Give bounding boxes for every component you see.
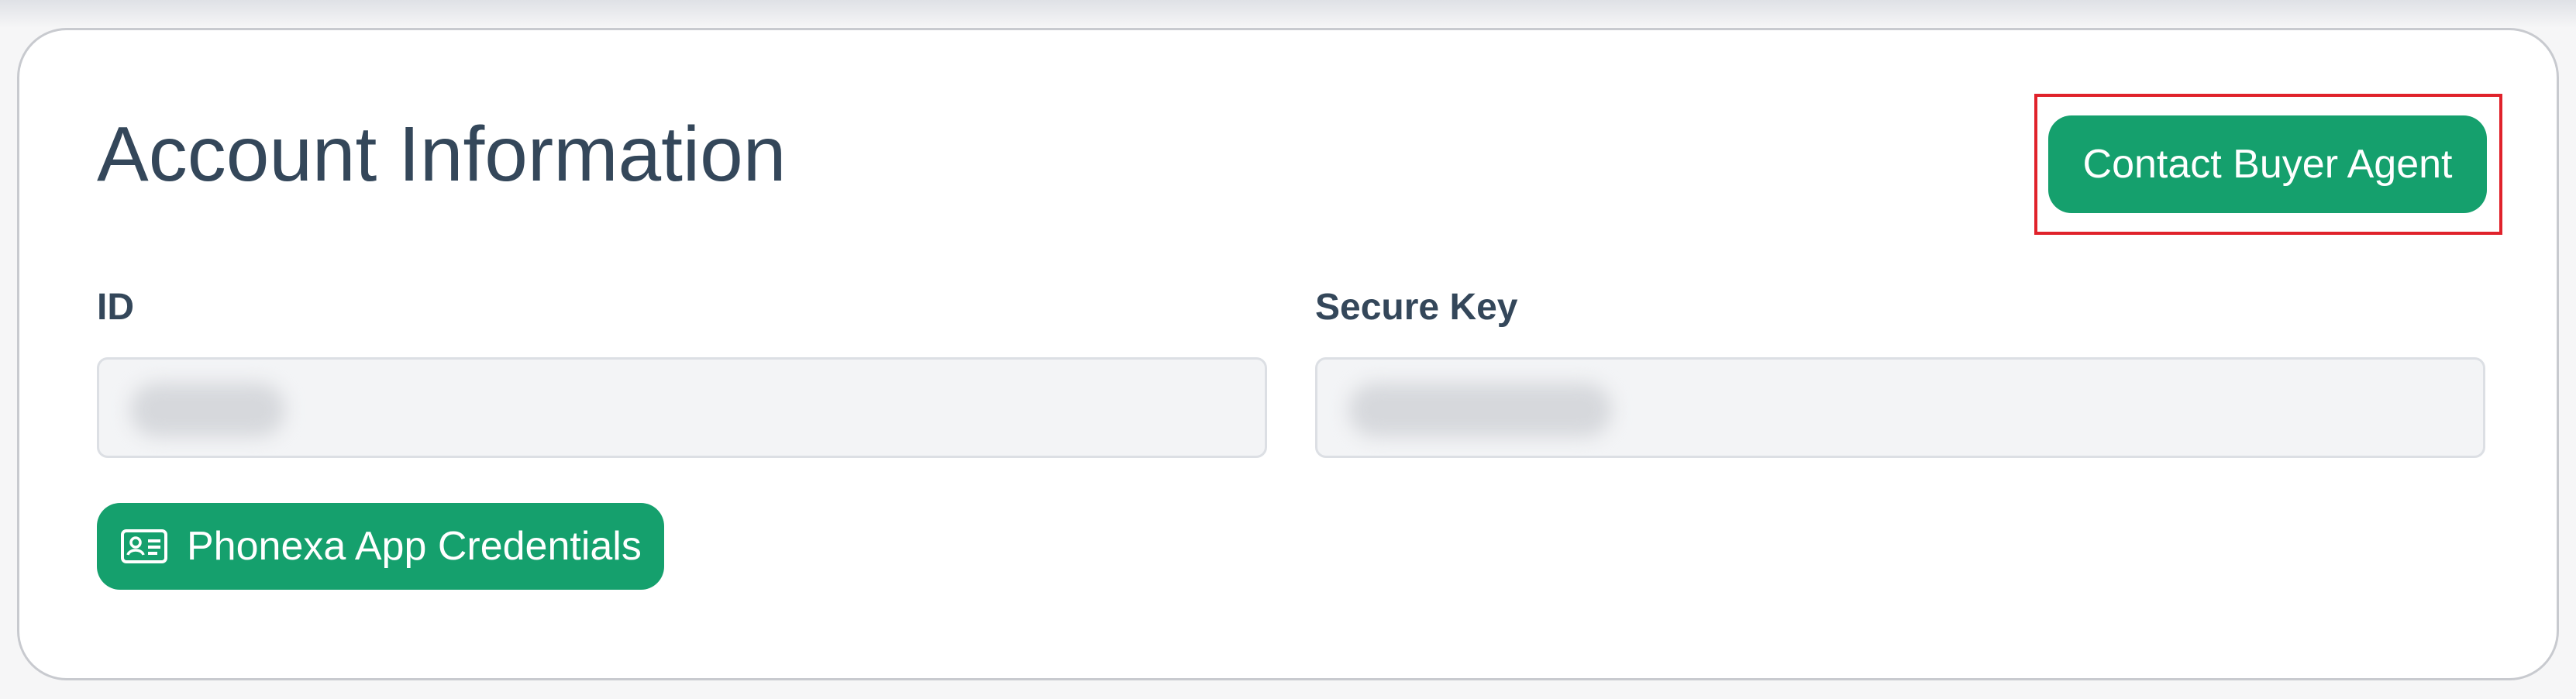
page-title: Account Information xyxy=(97,111,787,198)
id-card-icon xyxy=(120,529,168,564)
account-information-card: Account Information Contact Buyer Agent … xyxy=(17,28,2559,680)
secure-key-label: Secure Key xyxy=(1315,287,1518,328)
redacted-secure-key-value xyxy=(1348,383,1612,437)
top-shadow xyxy=(0,0,2576,28)
id-field[interactable] xyxy=(97,357,1267,458)
redacted-id-value xyxy=(130,383,285,437)
phonexa-app-credentials-button[interactable]: Phonexa App Credentials xyxy=(97,503,664,590)
phonexa-app-credentials-label: Phonexa App Credentials xyxy=(187,524,642,569)
contact-buyer-agent-button[interactable]: Contact Buyer Agent xyxy=(2048,115,2487,213)
secure-key-field[interactable] xyxy=(1315,357,2485,458)
id-label: ID xyxy=(97,287,134,328)
